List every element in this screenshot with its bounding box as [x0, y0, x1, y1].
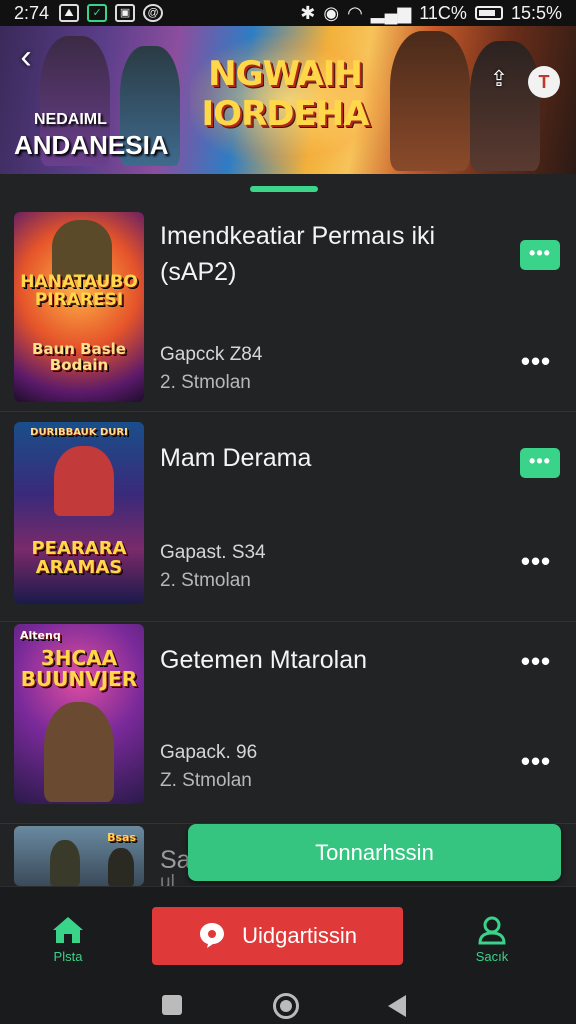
- item-meta: Gapack. 96: [160, 742, 258, 763]
- more-options-icon[interactable]: •••: [516, 648, 556, 678]
- game-thumbnail[interactable]: Bsas: [14, 826, 144, 886]
- banner-character: [390, 31, 470, 171]
- nav-home[interactable]: Plsta: [28, 915, 108, 964]
- battery-percent: 11C%: [419, 2, 467, 23]
- item-meta-secondary: Z. Stmolan: [160, 770, 252, 791]
- thumbnail-subtitle: Baun Basle Bodain: [32, 340, 126, 374]
- at-notification-icon: @: [143, 4, 164, 22]
- thumbnail-figure: [54, 446, 114, 516]
- back-icon[interactable]: [388, 995, 406, 1017]
- thumbnail-figure: [50, 840, 80, 886]
- banner-character: [470, 41, 540, 171]
- item-meta-secondary: 2. Stmolan: [160, 570, 251, 591]
- status-right: ✱ ◉ ◠ ▂▄▆ 11C% 15:5%: [300, 3, 562, 24]
- image-notification-icon: ▣: [115, 4, 136, 22]
- thumbnail-subtitle: DURIBBAUK DURI: [30, 427, 128, 438]
- more-options-icon[interactable]: •••: [516, 548, 556, 578]
- game-thumbnail[interactable]: DURIBBAUK DURI PEARARA ARAMAS: [14, 422, 144, 604]
- user-icon: [478, 916, 506, 945]
- item-meta: Gapcck Z84: [160, 344, 263, 365]
- more-options-icon[interactable]: •••: [516, 348, 556, 378]
- home-icon: [53, 917, 83, 943]
- action-tag[interactable]: •••: [520, 240, 560, 270]
- thumbnail-figure: [44, 702, 114, 802]
- item-title[interactable]: Imendkeatiar Permaıs iki (sAP2): [160, 218, 480, 290]
- game-thumbnail[interactable]: Altenq 3HCAA BUUNVJER: [14, 624, 144, 804]
- thumbnail-figure: [52, 220, 112, 280]
- signal-icon: ▂▄▆: [370, 2, 412, 23]
- action-tag[interactable]: •••: [520, 448, 560, 478]
- item-title[interactable]: Getemen Mtarolan: [160, 642, 480, 678]
- banner-title: NGWAIH IORDEHA: [201, 54, 370, 134]
- item-title[interactable]: Mam Derama: [160, 440, 480, 476]
- bluetooth-icon: ✱: [300, 2, 316, 23]
- nav-profile[interactable]: Sacık: [452, 915, 532, 964]
- bottom-navigation: Plsta Uidgartissin Sacık: [0, 886, 576, 1024]
- battery-icon: [474, 6, 503, 20]
- check-notification-icon: ✓: [87, 4, 108, 22]
- more-options-icon[interactable]: •••: [516, 748, 556, 778]
- thumbnail-figure: [108, 848, 134, 886]
- app-screen: 2:74 ⛰ ✓ ▣ @ ✱ ◉ ◠ ▂▄▆ 11C% 15:5% ‹ NEDA…: [0, 0, 576, 1024]
- game-thumbnail[interactable]: HANATAUBO PIRARESI Baun Basle Bodain: [14, 212, 144, 402]
- thumbnail-title: HANATAUBO PIRARESI: [20, 272, 138, 310]
- system-navigation-bar: [0, 991, 576, 1021]
- list-item[interactable]: Altenq 3HCAA BUUNVJER Getemen Mtarolan •…: [0, 624, 576, 824]
- thumbnail-title: PEARARA ARAMAS: [31, 538, 127, 578]
- banner-subtitle-line2: ANDANESIA: [14, 130, 169, 160]
- item-meta-secondary: 2. Stmolan: [160, 372, 251, 393]
- thumbnail-title: Bsas: [107, 831, 136, 844]
- hero-banner[interactable]: ‹ NEDAIML ANDANESIA NGWAIH IORDEHA ⇪ T: [0, 26, 576, 174]
- sheet-drag-handle[interactable]: [250, 186, 318, 192]
- back-arrow-icon[interactable]: ‹: [8, 40, 44, 76]
- status-time: 2:74: [14, 2, 50, 23]
- home-button-icon[interactable]: [273, 993, 299, 1019]
- nav-profile-label: Sacık: [475, 949, 509, 964]
- location-icon: ◉: [323, 2, 340, 23]
- status-bar: 2:74 ⛰ ✓ ▣ @ ✱ ◉ ◠ ▂▄▆ 11C% 15:5%: [0, 0, 576, 26]
- list-item[interactable]: DURIBBAUK DURI PEARARA ARAMAS Mam Derama…: [0, 422, 576, 622]
- nav-home-label: Plsta: [53, 949, 83, 964]
- list-item[interactable]: HANATAUBO PIRARESI Baun Basle Bodain Ime…: [0, 212, 576, 412]
- photo-notification-icon: ⛰: [59, 4, 80, 22]
- thumbnail-title: 3HCAA BUUNVJER: [20, 646, 138, 691]
- center-action-button[interactable]: Uidgartissin: [152, 907, 403, 965]
- item-meta: Gapast. S34: [160, 542, 266, 563]
- center-action-label: Uidgartissin: [242, 923, 358, 948]
- banner-subtitle-line1: NEDAIML: [34, 111, 107, 128]
- thumbnail-subtitle: Altenq: [20, 629, 61, 642]
- banner-subtitle: NEDAIML ANDANESIA: [14, 111, 169, 160]
- share-icon[interactable]: ⇪: [484, 66, 514, 98]
- primary-action-button[interactable]: Tonnarhssin: [188, 824, 561, 881]
- wifi-icon: ◠: [347, 2, 363, 23]
- chat-bubble-icon: [199, 923, 224, 949]
- profile-avatar[interactable]: T: [528, 66, 560, 98]
- recent-apps-icon[interactable]: [162, 995, 182, 1015]
- status-clock: 15:5%: [510, 2, 562, 23]
